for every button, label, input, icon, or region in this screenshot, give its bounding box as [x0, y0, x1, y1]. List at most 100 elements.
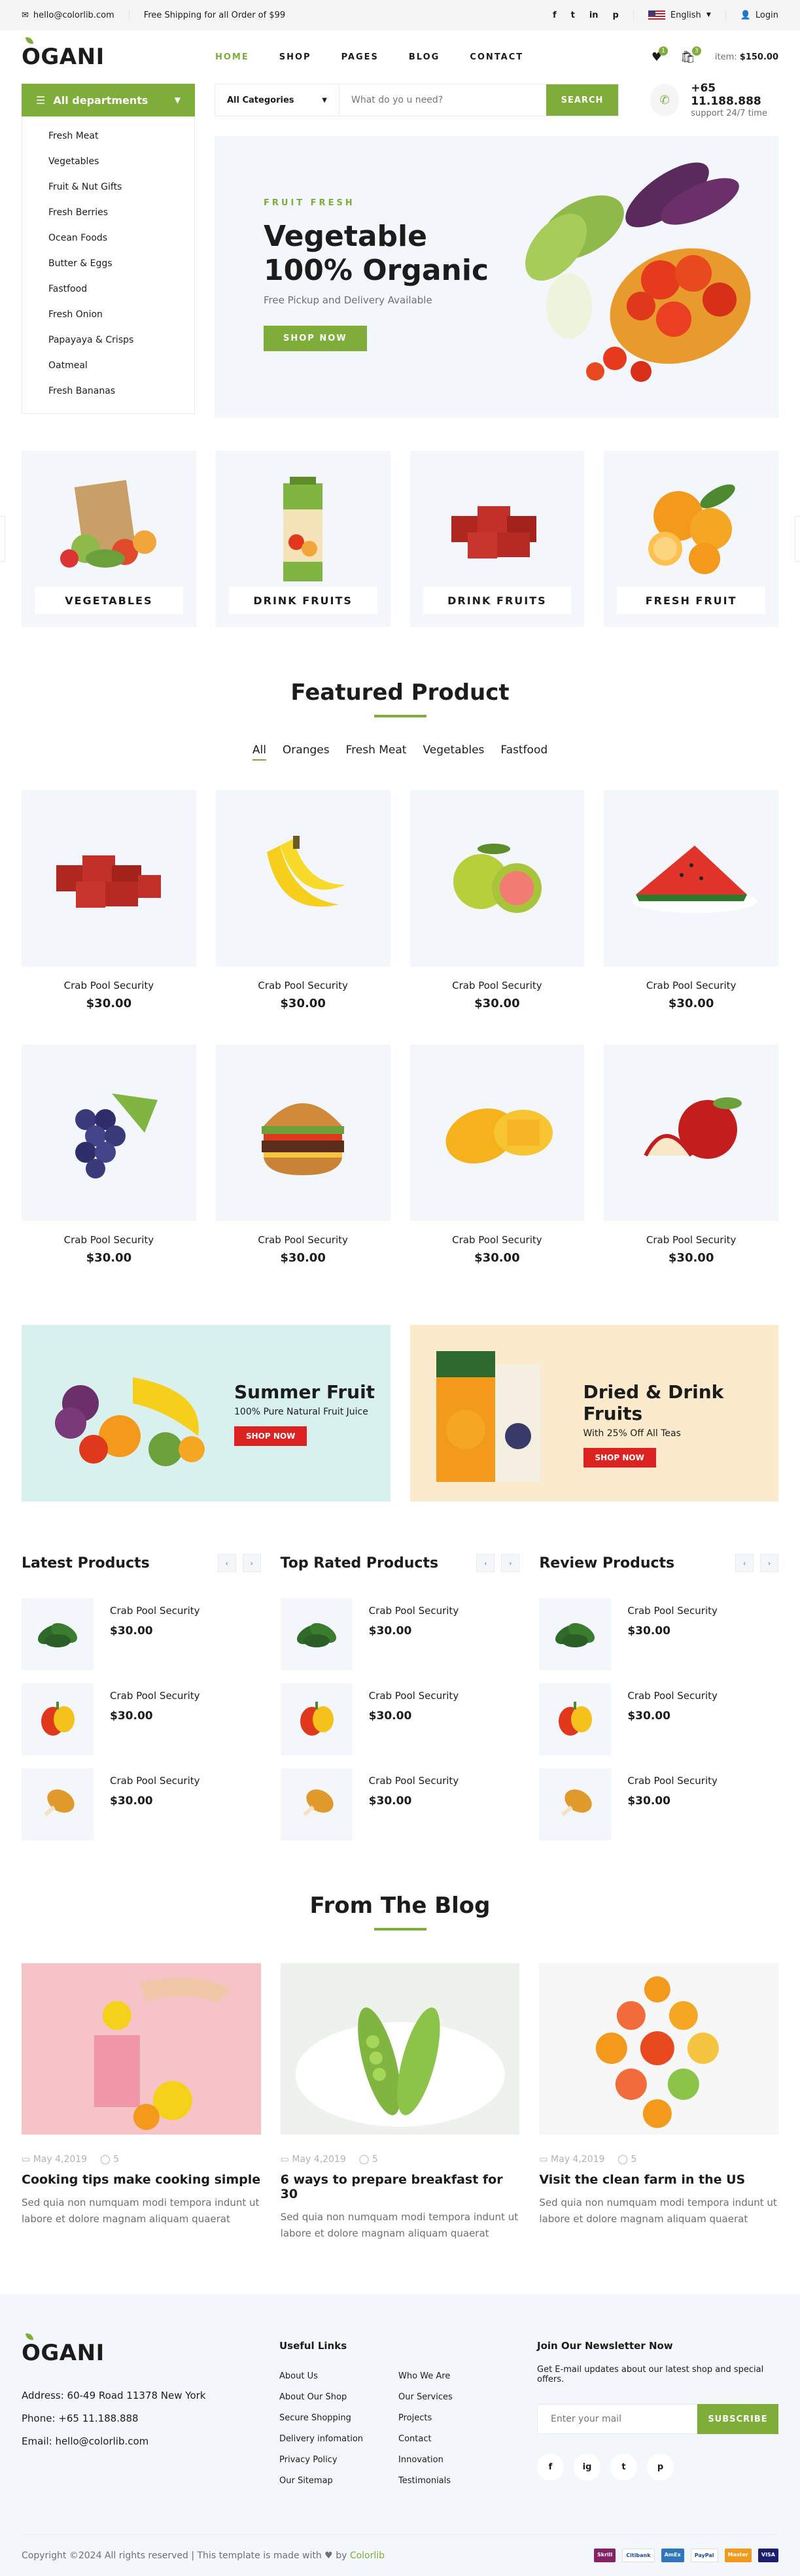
search-button[interactable]: SEARCH [546, 84, 618, 116]
product-card[interactable]: Crab Pool Security $30.00 [215, 1044, 391, 1265]
promo-shop-now-button[interactable]: SHOP NOW [234, 1426, 307, 1446]
list-item[interactable]: Crab Pool Security $30.00 [280, 1768, 520, 1840]
banner-shop-now-button[interactable]: SHOP NOW [264, 326, 367, 351]
colorlib-link[interactable]: Colorlib [350, 2550, 385, 2561]
language-selector[interactable]: English ▼ [633, 10, 725, 20]
department-item[interactable]: Ocean Foods [48, 226, 194, 251]
linkedin-icon[interactable]: in [589, 10, 599, 20]
department-item[interactable]: Fresh Bananas [48, 379, 194, 404]
category-card[interactable]: DRINK FRUITS [409, 451, 585, 627]
blog-post[interactable]: ▭ May 4,2019 ◯ 5 6 ways to prepare breakf… [280, 1963, 520, 2242]
department-item[interactable]: Fresh Meat [48, 124, 194, 149]
prev-arrow-icon[interactable]: ‹ [217, 1554, 236, 1572]
list-item[interactable]: Crab Pool Security $30.00 [22, 1683, 261, 1755]
nav-shop[interactable]: SHOP [279, 52, 311, 62]
department-item[interactable]: Papayaya & Crisps [48, 328, 194, 353]
filter-oranges[interactable]: Oranges [283, 744, 330, 761]
blog-post-title[interactable]: Cooking tips make cooking simple [22, 2172, 261, 2187]
pinterest-icon[interactable]: p [613, 10, 619, 20]
department-item[interactable]: Fresh Berries [48, 200, 194, 226]
carousel-next-button[interactable]: › [795, 516, 800, 562]
footer-logo[interactable]: OGANI [22, 2333, 215, 2366]
category-select[interactable]: All Categories ▼ [215, 84, 339, 116]
blog-post-title[interactable]: Visit the clean farm in the US [539, 2172, 778, 2187]
footer-link[interactable]: Testimonials [398, 2471, 517, 2492]
category-card[interactable]: DRINK FRUITS [215, 451, 391, 627]
nav-contact[interactable]: CONTACT [470, 52, 523, 62]
filter-vegetables[interactable]: Vegetables [423, 744, 484, 761]
cart-icon[interactable]: 🛍 3 [680, 46, 701, 64]
next-arrow-icon[interactable]: › [760, 1554, 779, 1572]
pinterest-icon[interactable]: p [647, 2454, 674, 2481]
footer-link[interactable]: Contact [398, 2429, 517, 2450]
departments-toggle[interactable]: ☰ All departments ▼ [22, 84, 195, 116]
next-arrow-icon[interactable]: › [501, 1554, 520, 1572]
cart-total: item: $150.00 [714, 52, 778, 62]
prev-arrow-icon[interactable]: ‹ [735, 1554, 754, 1572]
title-underline [374, 715, 426, 717]
product-card[interactable]: Crab Pool Security $30.00 [409, 1044, 585, 1265]
footer-link[interactable]: Our Services [398, 2387, 517, 2408]
department-item[interactable]: Butter & Eggs [48, 251, 194, 277]
footer-link[interactable]: About Our Shop [279, 2387, 398, 2408]
department-item[interactable]: Fastfood [48, 277, 194, 302]
blog-post-title[interactable]: 6 ways to prepare breakfast for 30 [281, 2172, 520, 2201]
product-card[interactable]: Crab Pool Security $30.00 [22, 1044, 196, 1265]
list-item[interactable]: Crab Pool Security $30.00 [22, 1768, 261, 1840]
search-input[interactable] [339, 84, 546, 116]
nav-blog[interactable]: BLOG [409, 52, 440, 62]
instagram-icon[interactable]: ig [574, 2454, 600, 2481]
category-card[interactable]: VEGETABLES [22, 451, 196, 627]
filter-fastfood[interactable]: Fastfood [500, 744, 548, 761]
department-item[interactable]: Oatmeal [48, 353, 194, 379]
product-card[interactable]: Crab Pool Security $30.00 [22, 790, 196, 1010]
department-item[interactable]: Fresh Onion [48, 302, 194, 328]
newsletter-email-input[interactable] [537, 2404, 697, 2434]
footer-link[interactable]: About Us [279, 2366, 398, 2387]
nav-pages[interactable]: PAGES [341, 52, 379, 62]
twitter-icon[interactable]: t [610, 2454, 637, 2481]
department-item[interactable]: Vegetables [48, 149, 194, 175]
next-arrow-icon[interactable]: › [242, 1554, 261, 1572]
list-item[interactable]: Crab Pool Security $30.00 [539, 1598, 778, 1670]
login-link[interactable]: 👤 Login [725, 10, 778, 20]
list-item[interactable]: Crab Pool Security $30.00 [280, 1598, 520, 1670]
footer-link[interactable]: Secure Shopping [279, 2408, 398, 2429]
logo[interactable]: OGANI [22, 37, 215, 70]
footer-link[interactable]: Our Sitemap [279, 2471, 398, 2492]
product-card[interactable]: Crab Pool Security $30.00 [604, 790, 778, 1010]
footer-link[interactable]: Delivery infomation [279, 2429, 398, 2450]
summer-fruit-banner[interactable]: Summer Fruit 100% Pure Natural Fruit Jui… [22, 1325, 391, 1502]
top-email[interactable]: ✉ hello@colorlib.com [22, 10, 129, 20]
product-card[interactable]: Crab Pool Security $30.00 [409, 790, 585, 1010]
promo-shop-now-button[interactable]: SHOP NOW [583, 1448, 656, 1468]
product-card[interactable]: Crab Pool Security $30.00 [604, 1044, 778, 1265]
product-card[interactable]: Crab Pool Security $30.00 [215, 790, 391, 1010]
blog-post[interactable]: ▭ May 4,2019 ◯ 5 Cooking tips make cookin… [22, 1963, 261, 2242]
footer-link[interactable]: Innovation [398, 2450, 517, 2471]
list-item[interactable]: Crab Pool Security $30.00 [22, 1598, 261, 1670]
twitter-icon[interactable]: t [571, 10, 575, 20]
prev-arrow-icon[interactable]: ‹ [476, 1554, 495, 1572]
department-item[interactable]: Fruit & Nut Gifts [48, 175, 194, 200]
list-item[interactable]: Crab Pool Security $30.00 [539, 1768, 778, 1840]
filter-fresh-meat[interactable]: Fresh Meat [346, 744, 407, 761]
facebook-icon[interactable]: f [553, 10, 557, 20]
category-card[interactable]: FRESH FRUIT [604, 451, 778, 627]
featured-title: Featured Product [290, 679, 510, 706]
footer-link[interactable]: Projects [398, 2408, 517, 2429]
blog-post[interactable]: ▭ May 4,2019 ◯ 5 Visit the clean farm in … [539, 1963, 779, 2242]
dried-drink-banner[interactable]: Dried & Drink Fruits With 25% Off All Te… [409, 1325, 778, 1502]
list-item[interactable]: Crab Pool Security $30.00 [280, 1683, 520, 1755]
citibank-icon: Citibank [622, 2549, 655, 2562]
facebook-icon[interactable]: f [537, 2454, 564, 2481]
wishlist-icon[interactable]: ♥ 1 [652, 46, 669, 64]
subscribe-button[interactable]: SUBSCRIBE [697, 2404, 778, 2434]
list-item[interactable]: Crab Pool Security $30.00 [539, 1683, 778, 1755]
carousel-prev-button[interactable]: ‹ [0, 516, 5, 562]
footer-link[interactable]: Privacy Policy [279, 2450, 398, 2471]
heart-icon: ♥ [324, 2550, 333, 2561]
filter-all[interactable]: All [252, 744, 266, 761]
nav-home[interactable]: HOME [215, 52, 249, 62]
footer-link[interactable]: Who We Are [398, 2366, 517, 2387]
